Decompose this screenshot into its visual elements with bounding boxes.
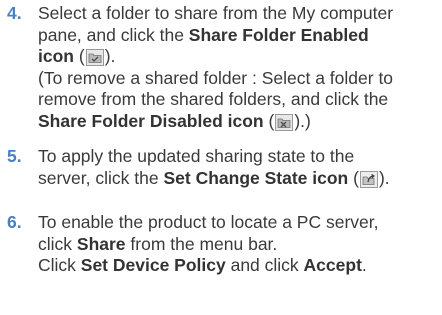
share-folder-enabled-icon	[85, 49, 104, 66]
step-text: To enable the product to locate a PC ser…	[38, 212, 438, 277]
bold-term: Accept	[303, 255, 362, 275]
bold-term: icon	[38, 46, 74, 66]
plain-text: and click	[225, 255, 304, 275]
step-line: remove from the shared folders, and clic…	[38, 89, 389, 109]
plain-text: click	[38, 233, 77, 254]
plain-text: server, click the	[38, 167, 164, 188]
plain-text: ).	[104, 46, 116, 66]
bold-term: Set Change State icon	[163, 167, 349, 188]
plain-text: (	[73, 46, 85, 66]
step-number: 4.	[7, 3, 22, 23]
plain-text: from the menu bar.	[125, 233, 278, 254]
step-line: (To remove a shared folder : Select a fo…	[38, 67, 394, 88]
plain-text: ).)	[294, 110, 311, 131]
bold-term: Share Folder Disabled icon	[38, 110, 264, 131]
step-number: 5.	[7, 146, 22, 166]
step-line: To apply the updated sharing state to th…	[38, 146, 355, 166]
plain-text: (	[263, 110, 275, 131]
step-text: To apply the updated sharing state to th…	[38, 146, 438, 189]
plain-text: (	[348, 167, 359, 188]
bold-term: Set Device Policy	[80, 255, 226, 275]
set-change-state-icon	[359, 170, 378, 188]
bold-term: Share Folder Enabled	[188, 24, 369, 45]
step-text: Select a folder to share from the My com…	[38, 3, 438, 132]
step-line: To enable the product to locate a PC ser…	[38, 212, 379, 232]
step-line: pane, and click the Share Folder Enabled	[38, 25, 438, 47]
step-line: Select a folder to share from the My com…	[38, 3, 394, 23]
step-line: server, click the Set Change State icon …	[38, 168, 438, 190]
bold-term: Share	[76, 233, 126, 254]
step-line: Click Set Device Policy and click Accept…	[38, 255, 438, 277]
step-line: icon ( ).	[38, 46, 438, 68]
plain-text: pane, and click the	[38, 24, 189, 45]
plain-text: Click	[38, 255, 81, 275]
step-line: click Share from the menu bar.	[38, 234, 438, 256]
plain-text: .	[361, 255, 367, 275]
plain-text: ).	[378, 167, 390, 188]
step-line: Share Folder Disabled icon ( ).)	[38, 111, 438, 133]
share-folder-disabled-icon	[275, 113, 294, 131]
step-number: 6.	[7, 212, 22, 232]
